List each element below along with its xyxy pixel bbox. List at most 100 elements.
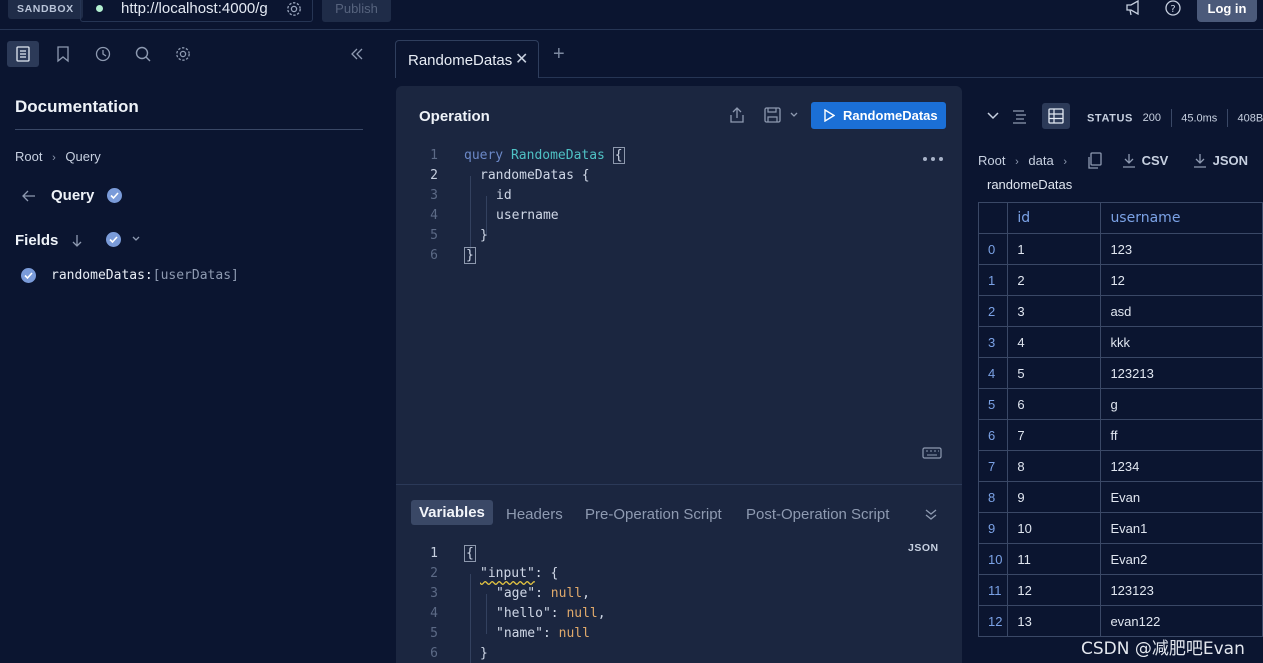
play-icon (823, 109, 835, 122)
breadcrumb-root[interactable]: Root (15, 149, 42, 164)
collapse-sidebar-icon[interactable] (349, 46, 365, 62)
divider (1170, 109, 1172, 127)
export-csv-button[interactable]: CSV (1122, 152, 1168, 169)
table-row[interactable]: 3 4 kkk (977, 326, 1263, 358)
line-number: 3 (430, 188, 438, 203)
table-row[interactable]: 2 3 asd (977, 295, 1263, 327)
tab-headers[interactable]: Headers (506, 506, 563, 523)
top-bar: SANDBOX http://localhost:4000/g Publish … (0, 0, 1263, 30)
cell-username: Evan (1100, 481, 1263, 513)
breadcrumb-data[interactable]: data (1028, 153, 1053, 168)
column-header-username[interactable]: username (1100, 202, 1263, 234)
endpoint-url-text[interactable]: http://localhost:4000/g (121, 0, 273, 18)
table-row[interactable]: 12 13 evan122 (977, 605, 1263, 637)
settings-gear-icon[interactable] (174, 45, 192, 63)
copy-icon[interactable] (1086, 152, 1102, 170)
type-checkmark-icon (107, 188, 122, 203)
table-row[interactable]: 1 2 12 (977, 264, 1263, 296)
punctuation: : { (534, 566, 559, 581)
line-number: 6 (430, 646, 438, 661)
operation-editor[interactable]: 1 query RandomeDatas { 2 randomeDatas { … (400, 146, 960, 271)
collapse-response-chevron-icon[interactable] (986, 109, 1000, 123)
save-icon[interactable] (764, 106, 802, 124)
cell-username: asd (1100, 295, 1263, 327)
publish-button[interactable]: Publish (322, 0, 391, 22)
cell-username: 1234 (1100, 450, 1263, 482)
cell-index: 3 (977, 326, 1009, 358)
keyboard-shortcuts-icon[interactable] (922, 446, 942, 460)
variables-editor[interactable]: 1 { 2 "input": { 3 "age": null, 4 "hello… (400, 544, 960, 663)
table-row[interactable]: 11 12 123123 (977, 574, 1263, 606)
field-randomeDatas-checkbox[interactable] (21, 268, 36, 283)
column-header-id[interactable]: id (1007, 202, 1102, 234)
table-row[interactable]: 56g (977, 388, 1263, 420)
tab-label: RandomeDatas (408, 52, 513, 69)
field-type[interactable]: [userDatas] (153, 268, 239, 283)
key-age: "age" (496, 586, 536, 601)
cell-username: 12 (1100, 264, 1263, 296)
field-id: id (496, 188, 512, 203)
export-json-button[interactable]: JSON (1193, 152, 1248, 169)
cell-id: 9 (1007, 481, 1102, 513)
csdn-watermark: CSDN @减肥吧Evan (1081, 639, 1245, 659)
field-randomeDatas[interactable]: randomeDatas:[userDatas] (51, 268, 239, 283)
code-line: 6 } (400, 246, 960, 266)
response-size: 408B (1237, 112, 1263, 125)
table-row[interactable]: 4 5 123213 (977, 357, 1263, 389)
close-brace: } (480, 646, 488, 661)
bookmark-icon[interactable] (55, 45, 71, 63)
table-view-toggle[interactable] (1042, 103, 1070, 129)
run-operation-button[interactable]: RandomeDatas (811, 102, 946, 129)
sort-arrow-down-icon[interactable] (70, 233, 84, 249)
cell-username: evan122 (1100, 605, 1263, 637)
login-button[interactable]: Log in (1197, 0, 1257, 22)
breadcrumb-root[interactable]: Root (978, 153, 1005, 168)
breadcrumb-separator-icon: › (1015, 156, 1019, 168)
cell-id: 12 (1007, 574, 1102, 606)
table-row[interactable]: 9 10 Evan1 (977, 512, 1263, 544)
cell-username: kkk (1100, 326, 1263, 358)
list-view-icon[interactable] (1012, 108, 1028, 124)
collapse-panel-chevron-icon[interactable] (924, 507, 938, 521)
tab-pre-operation-script[interactable]: Pre-Operation Script (585, 506, 722, 523)
cell-id: 6 (1007, 388, 1102, 420)
close-tab-icon[interactable]: ✕ (515, 49, 528, 69)
new-tab-plus-icon[interactable]: + (553, 43, 565, 66)
cell-id: 5 (1007, 357, 1102, 389)
table-row[interactable]: 10 11 Evan2 (977, 543, 1263, 575)
cell-index: 0 (977, 233, 1009, 265)
cell-index: 4 (977, 357, 1009, 389)
tab-variables[interactable]: Variables (411, 500, 493, 525)
cell-id: 1 (1007, 233, 1102, 265)
table-row[interactable]: 7 8 1234 (977, 450, 1263, 482)
tab-randomeDatas[interactable]: RandomeDatas ✕ (395, 40, 539, 78)
key-input: "input" (480, 566, 535, 581)
table-row[interactable]: 6 7 ff (977, 419, 1263, 451)
cell-index: 6 (977, 419, 1009, 451)
open-brace: { (612, 147, 625, 164)
history-icon[interactable] (94, 45, 112, 63)
table-row[interactable]: 8 9 Evan (977, 481, 1263, 513)
select-all-fields-checkbox[interactable] (106, 232, 121, 247)
endpoint-url-field[interactable]: http://localhost:4000/g (80, 0, 313, 22)
document-icon (16, 46, 30, 62)
documentation-tab-button[interactable] (7, 41, 39, 67)
code-line: 4 "hello": null, (400, 604, 960, 624)
fields-heading: Fields (15, 232, 59, 249)
announcement-megaphone-icon[interactable] (1125, 0, 1143, 16)
breadcrumb-query[interactable]: Query (65, 149, 100, 164)
back-arrow-icon[interactable] (21, 189, 37, 203)
code-line: 3 "age": null, (400, 584, 960, 604)
breadcrumb-separator-icon: › (1063, 156, 1067, 168)
run-button-label: RandomeDatas (843, 108, 938, 123)
tab-post-operation-script[interactable]: Post-Operation Script (746, 506, 889, 523)
table-row[interactable]: 0 1 123 (977, 233, 1263, 265)
chevron-down-icon[interactable] (131, 233, 141, 245)
documentation-title: Documentation (15, 97, 139, 116)
cell-id: 2 (1007, 264, 1102, 296)
search-icon[interactable] (134, 45, 152, 63)
share-icon[interactable] (729, 106, 745, 124)
help-icon[interactable]: ? (1164, 0, 1182, 18)
cell-index: 11 (977, 574, 1009, 606)
connection-settings-gear-icon[interactable] (285, 0, 303, 18)
